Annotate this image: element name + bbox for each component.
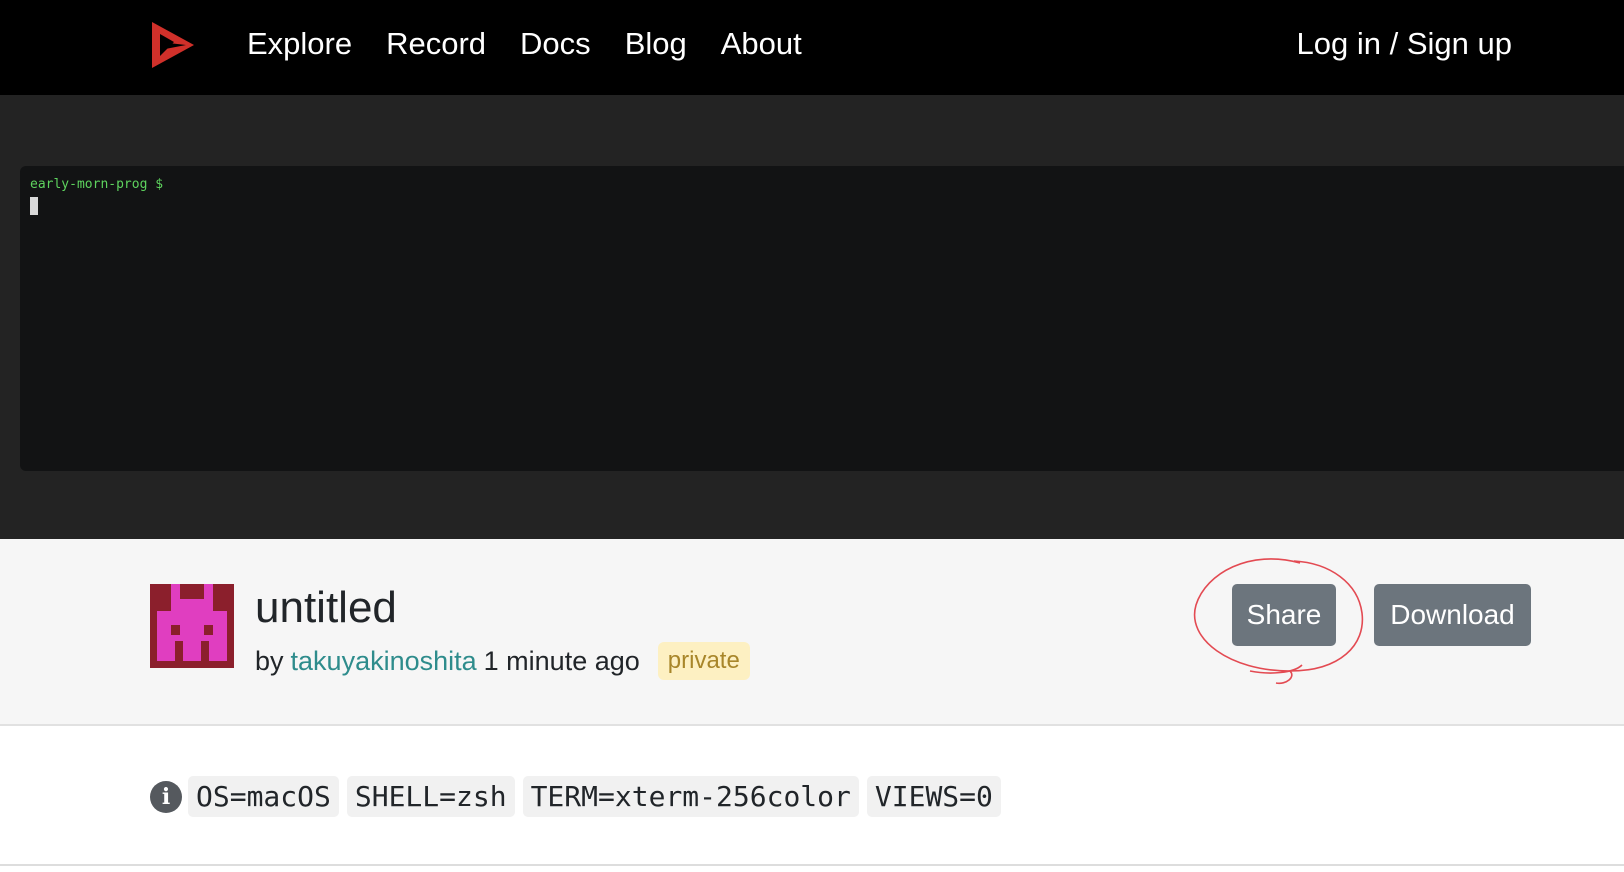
- by-label: by: [255, 645, 284, 676]
- env-term-tag: TERM=xterm-256color: [522, 776, 859, 817]
- terminal-prompt: early-morn-prog $: [30, 177, 164, 192]
- recording-title: untitled: [255, 583, 397, 632]
- share-highlight-circle: [1193, 558, 1364, 685]
- terminal-player[interactable]: early-morn-prog $: [20, 166, 1624, 471]
- user-avatar[interactable]: [150, 584, 234, 668]
- login-signup-link[interactable]: Log in / Sign up: [1297, 0, 1512, 88]
- bottom-divider: [0, 864, 1624, 866]
- visibility-badge: private: [657, 642, 750, 680]
- author-link[interactable]: takuyakinoshita: [291, 646, 477, 677]
- terminal-cursor: [30, 197, 38, 215]
- nav-record-link[interactable]: Record: [386, 26, 486, 62]
- info-icon: i: [150, 780, 182, 813]
- env-views-tag: VIEWS=0: [866, 776, 1001, 817]
- top-navbar: Explore Record Docs Blog About Log in / …: [0, 0, 1624, 95]
- env-shell-tag: SHELL=zsh: [346, 776, 515, 817]
- nav-links: Explore Record Docs Blog About: [247, 0, 836, 88]
- nav-explore-link[interactable]: Explore: [247, 26, 352, 62]
- download-button[interactable]: Download: [1374, 584, 1531, 646]
- nav-docs-link[interactable]: Docs: [520, 26, 591, 62]
- env-os-tag: OS=macOS: [188, 776, 339, 817]
- nav-blog-link[interactable]: Blog: [625, 26, 687, 62]
- nav-about-link[interactable]: About: [721, 26, 802, 62]
- recording-byline: by takuyakinoshita 1 minute ago private: [255, 642, 750, 680]
- environment-info: i OS=macOS SHELL=zsh TERM=xterm-256color…: [150, 776, 1009, 817]
- player-section: early-morn-prog $: [0, 95, 1624, 539]
- recording-info-section: untitled by takuyakinoshita 1 minute ago…: [0, 539, 1624, 726]
- asciinema-logo-icon[interactable]: [150, 20, 196, 70]
- recording-timestamp: 1 minute ago: [483, 645, 640, 676]
